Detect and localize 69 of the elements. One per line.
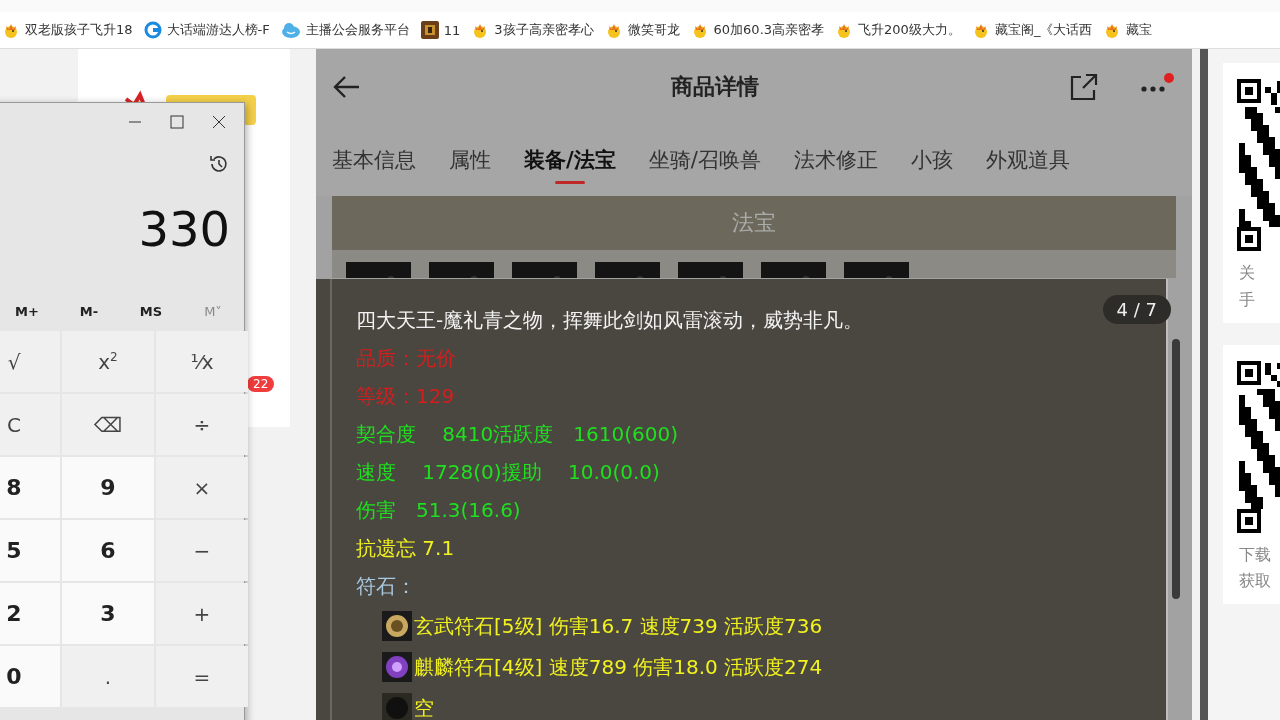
bookmark-link[interactable]: 11: [418, 21, 470, 39]
calculator-key[interactable]: 9: [62, 457, 154, 518]
rune-icon: [382, 611, 412, 641]
calculator-key[interactable]: 2: [0, 583, 60, 644]
stat-line: 伤害 51.3(16.6): [356, 497, 521, 524]
stat-line: 契合度 8410活跃度 1610(600): [356, 421, 678, 448]
calculator-key[interactable]: 0: [0, 646, 60, 707]
rune-line: 玄武符石[5级] 伤害16.7 速度739 活跃度736: [414, 612, 823, 640]
calculator-key[interactable]: 8: [0, 457, 60, 518]
stat-line: 速度 1728(0)援助 10.0(0.0): [356, 459, 660, 486]
calculator-key[interactable]: =: [156, 646, 248, 707]
calculator-key[interactable]: 6: [62, 520, 154, 581]
rune-icon: [382, 652, 412, 682]
bookmark-link[interactable]: 3孩子高亲密孝心: [469, 21, 603, 39]
tab[interactable]: 法术修正: [793, 132, 878, 188]
bookmark-link[interactable]: 大话端游达人榜-F: [141, 21, 279, 39]
tab[interactable]: 基本信息: [332, 132, 416, 188]
tab[interactable]: 装备/法宝: [524, 132, 616, 188]
calculator-key[interactable]: C: [0, 394, 60, 455]
rune-line: 空: [414, 694, 434, 720]
calculator-key[interactable]: 3: [62, 583, 154, 644]
memory-button[interactable]: M+: [0, 303, 58, 319]
page-counter: 4 / 7: [1102, 295, 1171, 324]
browser-icon: [143, 21, 162, 39]
bookmark-link[interactable]: 60加60.3高亲密孝: [688, 21, 834, 39]
stat-line: 等级：129: [356, 383, 455, 410]
stat-line: 四大天王-魔礼青之物，挥舞此剑如风雷滚动，威势非凡。: [356, 307, 864, 334]
share-icon[interactable]: [1070, 72, 1098, 101]
calculator-key[interactable]: ÷: [156, 394, 248, 455]
maximize-icon[interactable]: [170, 115, 184, 129]
history-icon[interactable]: [208, 153, 230, 175]
bookmark-link[interactable]: 主播公会服务平台: [278, 21, 419, 39]
bookmark-link[interactable]: 飞升200级大力。: [833, 21, 970, 39]
stat-line: 抗遗忘 7.1: [356, 535, 455, 562]
section-title: 法宝: [732, 209, 776, 237]
cloud-icon: [280, 21, 301, 39]
memory-button[interactable]: M-: [58, 303, 120, 319]
tab[interactable]: 坐骑/召唤兽: [648, 132, 761, 188]
tab[interactable]: 属性: [449, 132, 491, 188]
bookmark-link[interactable]: 微笑哥龙: [602, 21, 689, 39]
qr-caption: 获取: [1238, 571, 1272, 593]
stat-line: 品质：无价: [356, 345, 456, 372]
bookmark-link[interactable]: 双老版孩子飞升18: [0, 21, 142, 39]
qr-caption: 关: [1238, 263, 1256, 284]
calculator-key[interactable]: −: [156, 520, 248, 581]
calculator-key[interactable]: 5: [0, 520, 60, 581]
back-icon[interactable]: [332, 74, 360, 99]
close-icon[interactable]: [212, 115, 226, 129]
calculator-key[interactable]: ¹⁄x: [156, 331, 248, 392]
calculator-key[interactable]: +: [156, 583, 248, 644]
bookmark-link[interactable]: 藏宝阁_《大话西: [969, 21, 1102, 39]
display-value: 330: [138, 201, 230, 257]
calculator-key[interactable]: ×: [156, 457, 248, 518]
qr-caption: 下载: [1238, 544, 1272, 566]
calculator-key[interactable]: x$^{2}$: [62, 331, 154, 392]
page-title: 商品详情: [671, 72, 759, 101]
rune-icon: [382, 693, 412, 720]
qr-caption: 手: [1238, 289, 1256, 311]
tab[interactable]: 外观道具: [985, 132, 1070, 188]
calculator-key[interactable]: √: [0, 331, 60, 392]
tab[interactable]: 小孩: [910, 132, 953, 188]
bookmark-link[interactable]: 藏宝: [1101, 21, 1162, 39]
calculator-key[interactable]: .: [62, 646, 154, 707]
stat-line: 符石：: [356, 573, 416, 600]
rune-line: 麒麟符石[4级] 速度789 伤害18.0 活跃度274: [414, 653, 823, 681]
scrollbar[interactable]: [1172, 339, 1180, 599]
memory-button[interactable]: MS: [120, 303, 182, 319]
game-icon: [420, 21, 439, 39]
calculator-key[interactable]: ⌫: [62, 394, 154, 455]
